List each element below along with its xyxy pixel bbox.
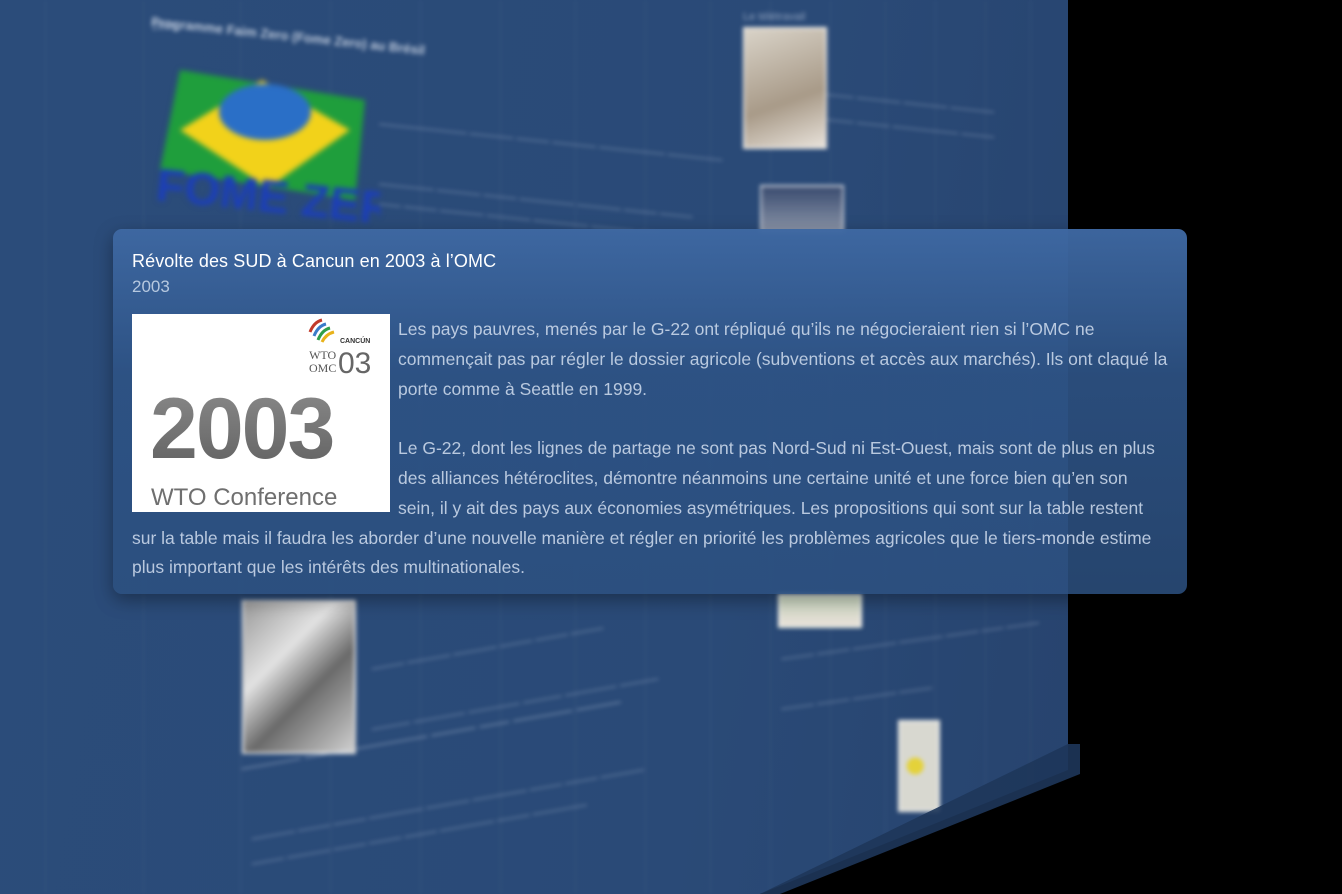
event-date: 2003 xyxy=(132,277,170,296)
background-event-date: 2003 xyxy=(152,21,177,33)
event-title: Révolte des SUD à Cancun en 2003 à l’OMC xyxy=(132,251,497,271)
background-thumbnail xyxy=(743,27,827,149)
background-event-title: Programme Faim Zero (Fome Zero) au Brési… xyxy=(150,14,426,58)
background-thumbnail xyxy=(760,185,844,233)
event-description: Les pays pauvres, menés par le G-22 ont … xyxy=(132,315,1168,583)
background-thumbnail xyxy=(898,720,940,812)
background-thumbnail xyxy=(242,600,356,754)
fome-zero-logo: FOME ZERO xyxy=(154,70,380,230)
background-thumbnail xyxy=(778,594,862,628)
event-detail-card[interactable]: Révolte des SUD à Cancun en 2003 à l’OMC… xyxy=(113,229,1187,594)
background-right-heading: Le télétravail xyxy=(743,11,806,23)
